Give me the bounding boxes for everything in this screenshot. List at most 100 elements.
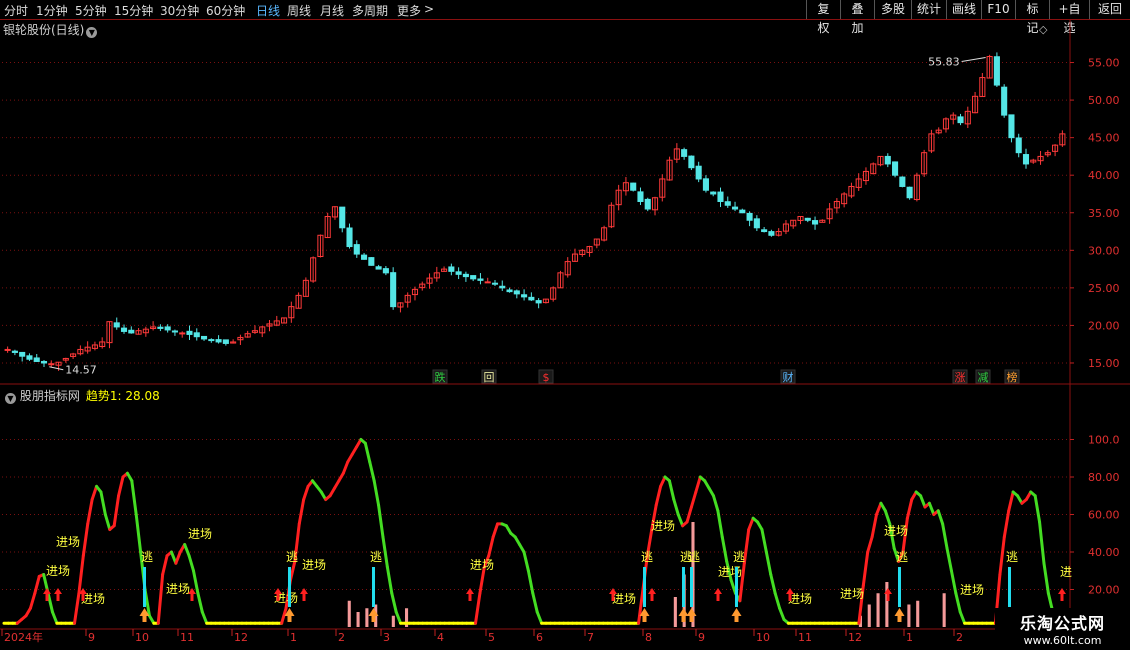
candle-body [113, 322, 120, 328]
candle-body [761, 229, 768, 233]
indicator-tick-label: 60.00 [1088, 509, 1120, 522]
x-axis-label: 2 [956, 631, 963, 644]
low-label: 14.57 [65, 364, 97, 377]
trend-segment [491, 522, 500, 539]
trend-segment [667, 479, 676, 501]
trend-segment [778, 606, 786, 621]
trend-segment [46, 591, 54, 614]
candle-body [375, 266, 382, 270]
candle-body [157, 326, 164, 329]
x-axis-label: 6 [536, 631, 543, 644]
trend-segment [1007, 490, 1015, 513]
candle-body [739, 209, 746, 214]
candle-body [630, 182, 637, 191]
enter-signal: 进场 [46, 564, 70, 578]
watermark-line1: 乐淘公式网 [1019, 614, 1105, 633]
trend-segment [720, 535, 729, 563]
pink-bar [347, 600, 351, 627]
candle-body [19, 351, 26, 357]
candle-body [353, 244, 360, 255]
escape-bar [898, 567, 901, 607]
x-axis-label: 12 [234, 631, 248, 644]
sell-marker-icon [894, 608, 905, 622]
candle-body [724, 201, 731, 206]
price-tick-label: 15.00 [1088, 357, 1120, 370]
trend-segment [941, 522, 949, 550]
escape-bar [682, 567, 685, 607]
candle-body [120, 327, 128, 332]
price-tick-label: 35.00 [1088, 207, 1120, 220]
price-tick-label: 30.00 [1088, 244, 1120, 257]
indicator-tick-label: 80.00 [1088, 471, 1120, 484]
x-axis-label: 5 [488, 631, 495, 644]
trend-segment [487, 535, 495, 558]
trend-segment [288, 559, 297, 582]
trend-segment [694, 475, 702, 494]
trend-segment [1038, 520, 1046, 565]
candle-body [535, 300, 542, 304]
candle-body [462, 273, 469, 278]
trend-segment [676, 513, 685, 528]
enter-signal: 进场 [81, 592, 105, 606]
candle-body [695, 165, 702, 180]
escape-signal: 逃 [896, 550, 908, 564]
trend-segment [130, 479, 138, 516]
trend-segment [949, 569, 958, 595]
enter-signal: 进场 [302, 558, 326, 572]
candle-body [455, 271, 462, 275]
enter-signal: 进场 [56, 535, 80, 549]
candle-body [746, 212, 753, 221]
candle-body [48, 363, 55, 366]
trend-segment [302, 484, 310, 501]
candle-body [382, 268, 389, 274]
candle-body [499, 285, 506, 289]
candle-body [484, 281, 491, 284]
trend-segment [28, 591, 37, 610]
pink-bar [391, 615, 395, 627]
candle-body [521, 294, 528, 298]
event-marker: 跌 [435, 370, 446, 384]
candle-body [812, 220, 819, 225]
candle-body [339, 206, 346, 229]
candle-body [957, 116, 964, 124]
escape-signal: 逃 [688, 550, 700, 564]
pink-bar [942, 593, 946, 627]
sell-marker-icon [686, 608, 697, 622]
candle-body [4, 348, 11, 351]
escape-signal: 逃 [370, 550, 382, 564]
trend-segment [689, 490, 698, 509]
candle-body [470, 275, 477, 280]
pink-bar [356, 612, 360, 627]
x-axis-label: 7 [587, 631, 594, 644]
candle-body [477, 278, 484, 281]
trend-segment [861, 550, 870, 588]
event-marker: 榜 [1007, 370, 1018, 384]
sell-marker-icon [731, 608, 742, 622]
candle-body [11, 350, 18, 353]
x-axis-label: 2024年 [4, 630, 43, 644]
trend-segment [33, 574, 41, 595]
trend-segment [764, 550, 773, 576]
candle-body [513, 290, 520, 295]
low-pointer [49, 366, 64, 371]
x-axis-label: 10 [756, 631, 770, 644]
indicator-tick-label: 100.0 [1088, 434, 1120, 447]
candle-body [448, 266, 455, 272]
trend-segment [297, 498, 306, 526]
price-tick-label: 55.00 [1088, 57, 1120, 70]
trend-segment [187, 554, 195, 573]
x-axis-label: 12 [848, 631, 862, 644]
escape-bar [690, 567, 693, 607]
candle-body [710, 191, 717, 195]
candle-body [491, 282, 499, 285]
trend-segment [368, 460, 376, 483]
enter-signal: 进场 [718, 565, 742, 579]
trend-segment [535, 610, 544, 625]
enter-signal-partial: 进 [1060, 565, 1072, 579]
escape-signal: 逃 [286, 550, 298, 564]
candle-body [164, 326, 171, 331]
trend-segment [50, 610, 59, 625]
buy-arrow-icon [466, 588, 474, 601]
stock-chart[interactable]: 55.00 50.00 45.00 40.00 35.00 30.00 25.00 20.00… [0, 0, 1130, 650]
candle-body [899, 176, 906, 187]
